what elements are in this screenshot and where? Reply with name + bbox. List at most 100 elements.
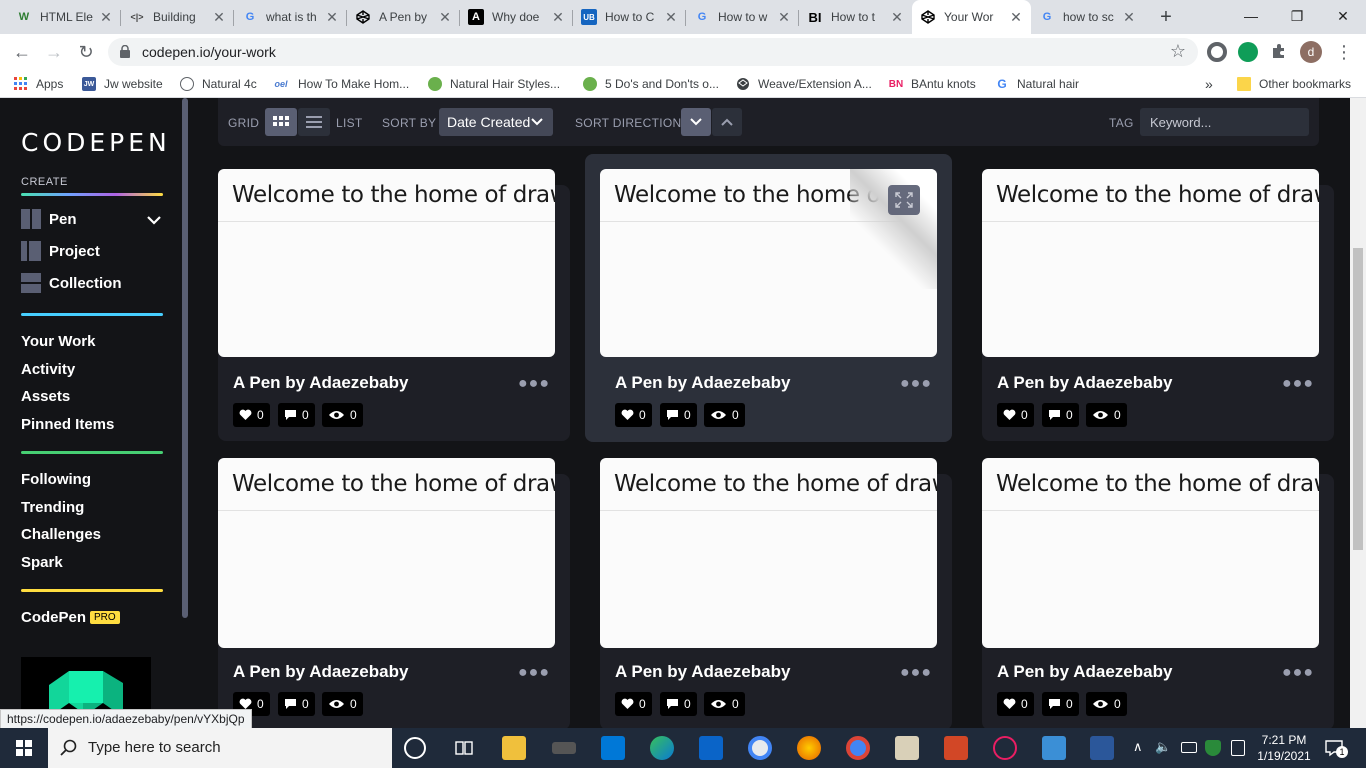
restore-window-button[interactable]: ❐ [1274,0,1320,34]
nav-challenges[interactable]: Challenges [21,526,101,543]
browser-tab[interactable]: G what is th ✕ [234,0,347,34]
cortana-icon[interactable] [404,737,426,759]
expand-preview-button[interactable] [888,185,920,215]
close-window-button[interactable]: ✕ [1320,0,1366,34]
nav-trending[interactable]: Trending [21,499,84,516]
comment-button[interactable]: 0 [278,692,315,716]
pen-preview[interactable]: Welcome to the home of drawings [600,169,937,357]
create-pen-button[interactable]: Pen [21,208,77,230]
bookmark-how-to-make[interactable]: oel How To Make Hom... [272,75,409,93]
browser-tab[interactable]: W HTML Ele ✕ [8,0,121,34]
close-tab-icon[interactable]: ✕ [664,9,678,26]
comment-button[interactable]: 0 [660,692,697,716]
comment-button[interactable]: 0 [278,403,315,427]
pen-options-icon[interactable]: ●●● [1282,375,1314,393]
pen-options-icon[interactable]: ●●● [900,375,932,393]
close-tab-icon[interactable]: ✕ [438,9,452,26]
minimize-window-button[interactable]: ― [1228,0,1274,34]
grid-view-button[interactable] [265,108,297,136]
pen-card[interactable]: Welcome to the home of drawings A Pen by… [982,458,1348,728]
page-scrollbar[interactable] [1350,98,1366,728]
pen-card[interactable]: Welcome to the home of drawings A Pen by… [585,154,966,442]
bookmark-natural-hair[interactable]: G Natural hair [995,75,1079,93]
browser-menu-icon[interactable]: ⋮ [1334,39,1354,65]
comment-button[interactable]: 0 [1042,403,1079,427]
pen-title[interactable]: A Pen by Adaezebaby [997,662,1172,682]
new-tab-button[interactable]: + [1155,6,1177,28]
nav-codepen-pro[interactable]: CodePen PRO [21,609,120,626]
nav-following[interactable]: Following [21,471,91,488]
pen-card[interactable]: Welcome to the home of drawings A Pen by… [600,458,966,728]
create-project-button[interactable]: Project [21,240,100,262]
sort-ascending-button[interactable] [712,108,742,136]
clock[interactable]: 7:21 PM 1/19/2021 [1254,732,1314,768]
tray-chevron-up-icon[interactable]: ∧ [1133,739,1143,768]
pen-title[interactable]: A Pen by Adaezebaby [997,373,1172,393]
bookmark-natural-hair-styles[interactable]: Natural Hair Styles... [428,75,560,93]
pen-card[interactable]: Welcome to the home of drawings A Pen by… [218,169,584,441]
like-button[interactable]: 0 [997,403,1034,427]
like-button[interactable]: 0 [615,692,652,716]
browser-tab[interactable]: G How to w ✕ [686,0,799,34]
other-bookmarks-folder[interactable]: Other bookmarks [1237,75,1351,93]
pen-options-icon[interactable]: ●●● [1282,664,1314,682]
create-collection-button[interactable]: Collection [21,272,122,294]
browser-tab[interactable]: A Pen by ✕ [347,0,460,34]
bookmark-natural-4c[interactable]: Natural 4c [180,75,257,93]
close-tab-icon[interactable]: ✕ [551,9,565,26]
back-arrow-icon[interactable]: ← [8,38,36,66]
media-app-icon[interactable] [552,742,576,754]
bookmark-jw-website[interactable]: JW Jw website [82,75,163,93]
more-bookmarks-chevron-icon[interactable]: » [1205,75,1213,93]
codepen-logo[interactable]: CODEPEN [21,128,171,157]
like-button[interactable]: 0 [997,692,1034,716]
like-button[interactable]: 0 [233,403,270,427]
close-tab-icon[interactable]: ✕ [777,9,791,26]
browser-tab-active[interactable]: Your Wor ✕ [912,0,1031,34]
page-scrollbar-thumb[interactable] [1353,248,1363,550]
pen-options-icon[interactable]: ●●● [518,664,550,682]
extensions-puzzle-icon[interactable] [1270,42,1290,62]
word-icon[interactable] [1090,736,1114,760]
security-shield-icon[interactable] [1205,740,1221,756]
files-app-icon[interactable] [895,736,919,760]
pen-title[interactable]: A Pen by Adaezebaby [615,373,790,393]
chevron-down-icon[interactable] [146,212,162,228]
list-view-button[interactable] [298,108,330,136]
battery-icon[interactable] [1181,742,1197,753]
chrome-icon[interactable] [748,736,772,760]
tag-keyword-input[interactable] [1140,108,1309,136]
close-tab-icon[interactable]: ✕ [325,9,339,26]
bookmark-weave-extension[interactable]: Weave/Extension A... [736,75,872,93]
pen-card[interactable]: Welcome to the home of drawings A Pen by… [218,458,584,728]
pen-preview[interactable]: Welcome to the home of drawings [982,169,1319,357]
comment-button[interactable]: 0 [660,403,697,427]
nav-spark[interactable]: Spark [21,554,63,571]
nav-pinned-items[interactable]: Pinned Items [21,416,114,433]
file-explorer-icon[interactable] [502,736,526,760]
photos-icon[interactable] [1042,736,1066,760]
comment-button[interactable]: 0 [1042,692,1079,716]
bookmark-dos-and-donts[interactable]: 5 Do's and Don'ts o... [583,75,719,93]
extension-green-icon[interactable] [1238,42,1258,62]
device-icon[interactable] [1231,740,1245,756]
close-tab-icon[interactable]: ✕ [212,9,226,26]
chrome-profile-icon[interactable] [846,736,870,760]
forward-arrow-icon[interactable]: → [40,38,68,66]
nav-activity[interactable]: Activity [21,361,75,378]
bookmark-star-icon[interactable]: ☆ [1170,41,1186,62]
pen-options-icon[interactable]: ●●● [900,664,932,682]
pen-title[interactable]: A Pen by Adaezebaby [233,662,408,682]
reload-icon[interactable]: ↻ [72,38,100,66]
pen-preview[interactable]: Welcome to the home of drawings [218,458,555,648]
powerpoint-icon[interactable] [944,736,968,760]
pen-options-icon[interactable]: ●●● [518,375,550,393]
mail-icon[interactable] [699,736,723,760]
close-tab-icon[interactable]: ✕ [1122,9,1136,26]
paint-app-icon[interactable] [993,736,1017,760]
pen-preview[interactable]: Welcome to the home of drawings [982,458,1319,648]
volume-icon[interactable]: 🔈 [1155,739,1171,768]
notifications-button[interactable]: 1 [1324,738,1348,768]
nav-assets[interactable]: Assets [21,388,70,405]
profile-avatar[interactable]: d [1300,41,1322,63]
